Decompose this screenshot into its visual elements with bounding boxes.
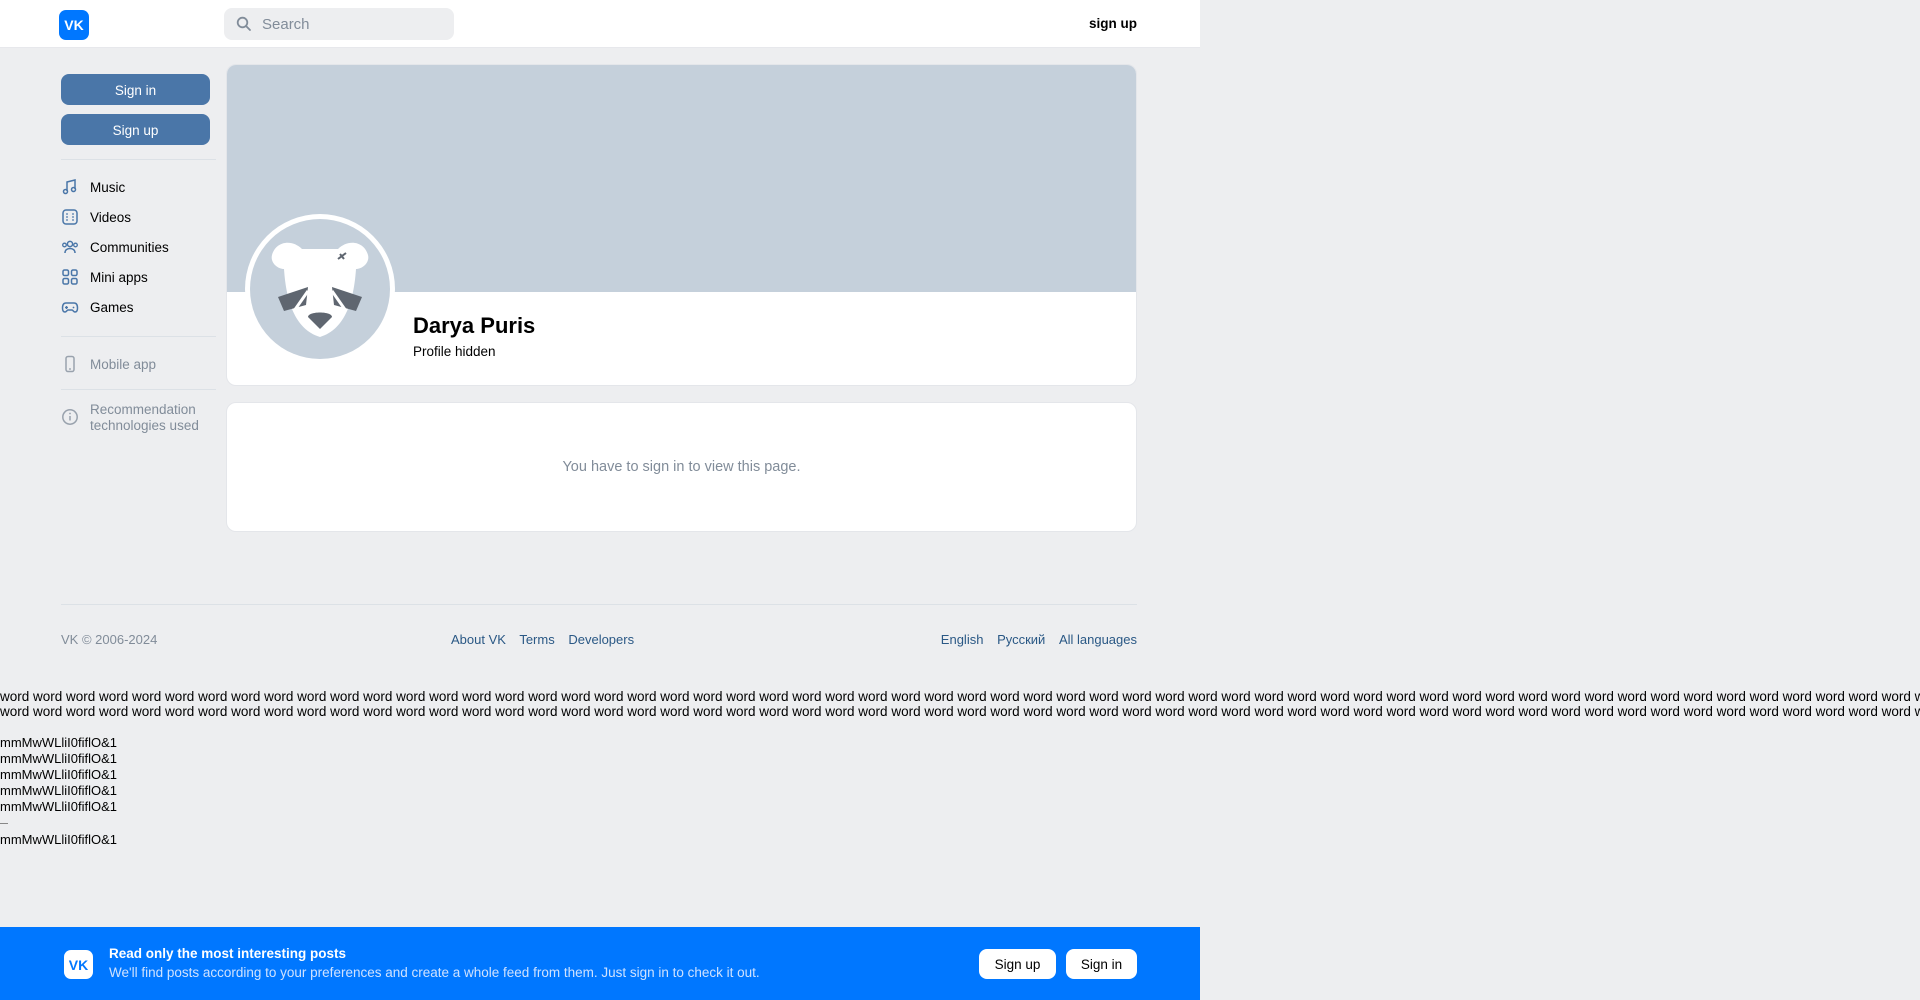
footer-links: About VK Terms Developers	[451, 632, 644, 647]
sidebar-item-music[interactable]: Music	[61, 172, 217, 202]
language-all[interactable]: All languages	[1059, 632, 1137, 647]
sidebar-item-games[interactable]: Games	[61, 292, 217, 322]
footer-divider	[61, 604, 1137, 605]
phone-icon	[61, 355, 79, 373]
info-icon	[61, 408, 79, 426]
word-line: word word word word word word word word …	[0, 704, 1920, 719]
sidebar-divider	[61, 389, 216, 390]
locked-content-card: You have to sign in to view this page.	[226, 402, 1137, 532]
glyph-separator	[0, 823, 8, 824]
profile-name: Darya Puris	[413, 313, 536, 338]
sidebar-divider	[61, 336, 216, 337]
sidebar-item-videos[interactable]: Videos	[61, 202, 217, 232]
sidebar-item-label: Communities	[90, 239, 169, 255]
footer-link-developers[interactable]: Developers	[568, 632, 634, 647]
recommendation-label: Recommendation technologies used	[90, 402, 199, 434]
gamepad-icon	[61, 298, 79, 316]
language-english[interactable]: English	[941, 632, 984, 647]
sidebar-item-communities[interactable]: Communities	[61, 232, 217, 262]
sidebar-signup-button[interactable]: Sign up	[61, 114, 210, 145]
recommendation-line-2: technologies used	[90, 418, 199, 433]
sidebar-item-mini-apps[interactable]: Mini apps	[61, 262, 217, 292]
sidebar-item-label: Mini apps	[90, 269, 148, 285]
glyph-test-text: mmMwWLliI0fiflO&1 mmMwWLliI0fiflO&1 mmMw…	[0, 735, 117, 848]
sidebar-item-mobile-app[interactable]: Mobile app	[61, 349, 217, 379]
avatar	[245, 214, 395, 364]
footer-languages: English Русский All languages	[941, 632, 1137, 647]
signin-required-message: You have to sign in to view this page.	[562, 459, 801, 475]
footer-copyright: VK © 2006-2024	[61, 632, 158, 647]
signin-promo-banner: VK Read only the most interesting posts …	[0, 927, 1200, 1000]
glyph-line: mmMwWLliI0fiflO&1	[0, 767, 118, 782]
banner-title: Read only the most interesting posts	[109, 946, 347, 961]
banner-signin-button[interactable]: Sign in	[1066, 949, 1137, 979]
deactivated-avatar-icon	[250, 219, 390, 359]
profile-card: Darya Puris Profile hidden	[226, 64, 1137, 386]
banner-description: We'll find posts according to your prefe…	[109, 965, 760, 980]
video-icon	[61, 208, 79, 226]
vk-logo: VK	[64, 950, 93, 979]
search-box[interactable]	[224, 8, 454, 40]
vk-logo[interactable]: VK	[59, 10, 89, 40]
sidebar-item-label: Games	[90, 299, 134, 315]
glyph-line: mmMwWLliI0fiflO&1	[0, 735, 118, 750]
word-test-text: word word word word word word word word …	[0, 689, 1920, 719]
word-line: word word word word word word word word …	[0, 689, 1920, 704]
footer-link-terms[interactable]: Terms	[519, 632, 554, 647]
sidebar-item-label: Videos	[90, 209, 132, 225]
glyph-line: mmMwWLliI0fiflO&1	[0, 783, 118, 798]
communities-icon	[61, 238, 79, 256]
sidebar-divider	[61, 159, 216, 160]
footer-link-about[interactable]: About VK	[451, 632, 506, 647]
left-sidebar: Sign in Sign up Music Videos Communities…	[61, 74, 217, 434]
search-input[interactable]	[260, 14, 444, 34]
sidebar-signin-button[interactable]: Sign in	[61, 74, 210, 105]
music-note-icon	[61, 178, 79, 196]
sidebar-item-label: Music	[90, 179, 126, 195]
sidebar-item-recommendations[interactable]: Recommendation technologies used	[61, 402, 217, 434]
apps-grid-icon	[61, 268, 79, 286]
sidebar-item-label: Mobile app	[90, 356, 157, 372]
glyph-line: mmMwWLliI0fiflO&1	[0, 751, 118, 766]
recommendation-line-1: Recommendation	[90, 402, 196, 417]
banner-signup-button[interactable]: Sign up	[979, 949, 1056, 979]
top-header: VK sign up	[0, 0, 1200, 48]
glyph-line: mmMwWLliI0fiflO&1	[0, 799, 118, 814]
glyph-line: mmMwWLliI0fiflO&1	[0, 832, 118, 847]
header-signup-link[interactable]: sign up	[1089, 16, 1137, 31]
profile-status: Profile hidden	[413, 344, 496, 359]
language-russian[interactable]: Русский	[997, 632, 1045, 647]
search-icon	[236, 16, 252, 32]
